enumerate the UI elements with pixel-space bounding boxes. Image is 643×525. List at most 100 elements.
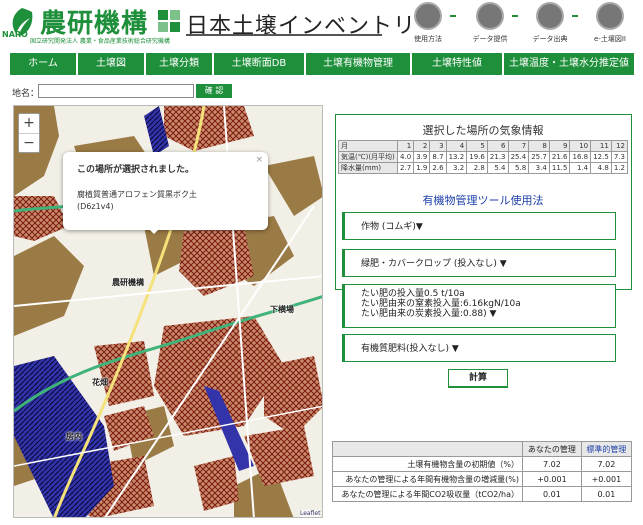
zoom-control: + − <box>18 113 40 153</box>
data-source-link[interactable]: データ出典 <box>530 2 570 44</box>
results-row: あなたの管理による年間有機物含量の増減量(%) +0.001 +0.001 <box>332 471 633 487</box>
results-row: 土壌有機物含量の初期値（%） 7.02 7.02 <box>332 456 633 472</box>
results-row-yours: 0.01 <box>522 486 582 502</box>
popup-tip <box>146 226 162 234</box>
nav-soil-map[interactable]: 土壌図 <box>78 53 144 75</box>
results-header-yours: あなたの管理 <box>522 441 582 457</box>
temp-row-header: 気温(℃)(月平均) <box>338 151 398 163</box>
weather-title: 選択した場所の気象情報 <box>422 124 544 137</box>
temp-cell: 25.7 <box>528 151 550 163</box>
precip-cell: 1.9 <box>413 162 431 174</box>
temp-cell: 12.5 <box>590 151 612 163</box>
compost-nitrogen: たい肥由来の窒素投入量:6.16kgN/10a <box>361 299 521 309</box>
results-row-yours: 7.02 <box>522 456 582 472</box>
precip-cell: 3.4 <box>528 162 550 174</box>
nav-soil-classification[interactable]: 土壌分類 <box>146 53 212 75</box>
header-icon-bar: 使用方法 データ提供 データ出典 e-土壌図II <box>408 2 640 46</box>
month-header: 月 <box>338 140 398 152</box>
map-label-hanabata: 花畑 <box>92 378 108 387</box>
usage-link[interactable]: 使用方法 <box>408 2 448 44</box>
temp-cell: 8.7 <box>429 151 447 163</box>
compost-amount: たい肥の投入量0.5 t/10a <box>361 289 465 299</box>
month-cell: 2 <box>413 140 431 152</box>
precip-cell: 5.4 <box>486 162 509 174</box>
nav-organic-matter[interactable]: 土壌有機物管理 <box>306 53 410 75</box>
place-confirm-button[interactable]: 確 認 <box>196 84 232 98</box>
popup-close-button[interactable]: × <box>255 155 263 165</box>
place-search-input[interactable] <box>38 84 194 98</box>
month-cell: 10 <box>569 140 592 152</box>
map-label-shimoyoko: 下横場 <box>270 305 294 314</box>
map-label-naro: 農研機構 <box>112 278 144 287</box>
org-name[interactable]: 農研機構 <box>40 3 148 40</box>
temp-cell: 21.6 <box>548 151 571 163</box>
calculate-button[interactable]: 計算 <box>448 369 508 388</box>
organic-tool-title: 有機物管理ツール使用法 <box>422 194 544 207</box>
precip-cell: 4.8 <box>590 162 612 174</box>
nav-soil-temp-moisture[interactable]: 土壌温度・土壌水分推定値 <box>504 53 634 75</box>
crop-select[interactable]: 作物 (コムギ)▼ <box>342 212 616 240</box>
results-header-standard: 標準的管理 <box>580 441 633 457</box>
month-cell: 8 <box>528 140 550 152</box>
data-provision-link[interactable]: データ提供 <box>470 2 510 44</box>
weather-month-row: 月 1 2 3 4 5 6 7 8 9 10 11 12 <box>338 140 629 152</box>
leaflet-attribution[interactable]: Leaflet <box>300 510 321 517</box>
month-cell: 1 <box>396 140 415 152</box>
e-soil-map-link[interactable]: e-土壌図II <box>590 2 630 44</box>
month-cell: 3 <box>429 140 447 152</box>
nav-soil-properties[interactable]: 土壌特性値 <box>412 53 502 75</box>
temp-cell: 13.2 <box>445 151 468 163</box>
precip-cell: 3.2 <box>445 162 468 174</box>
results-row: あなたの管理による年間CO2吸収量（tCO2/ha） 0.01 0.01 <box>332 486 633 502</box>
results-row-label: あなたの管理による年間有機物含量の増減量(%) <box>332 471 523 487</box>
results-row-label: あなたの管理による年間CO2吸収量（tCO2/ha） <box>332 486 523 502</box>
title-decoration <box>170 22 180 32</box>
data-source-label: データ出典 <box>532 35 568 43</box>
month-cell: 7 <box>507 140 530 152</box>
results-row-label: 土壌有機物含量の初期値（%） <box>332 456 523 472</box>
org-subtitle: 国立研究開発法人 農業・食品産業技術総合研究機構 <box>30 38 170 45</box>
month-cell: 5 <box>466 140 488 152</box>
nav-soil-profile-db[interactable]: 土壌断面DB <box>214 53 304 75</box>
green-manure-select[interactable]: 緑肥・カバークロップ (投入なし) ▼ <box>342 249 616 277</box>
title-decoration <box>158 22 168 32</box>
page: 農研機構 NARO 国立研究開発法人 農業・食品産業技術総合研究機構 日本土壌イ… <box>0 0 643 525</box>
month-cell: 6 <box>486 140 509 152</box>
place-label: 地名： <box>12 89 40 99</box>
weather-precip-row: 降水量(mm) 2.7 1.9 2.6 3.2 2.8 5.4 5.8 3.4 … <box>338 162 629 174</box>
download-icon <box>476 2 504 30</box>
temp-cell: 4.0 <box>396 151 415 163</box>
month-cell: 4 <box>445 140 468 152</box>
precip-cell: 1.2 <box>610 162 629 174</box>
precip-cell: 1.4 <box>569 162 592 174</box>
temp-cell: 19.6 <box>466 151 488 163</box>
precip-cell: 2.8 <box>466 162 488 174</box>
naro-label: NARO <box>2 30 28 39</box>
month-cell: 9 <box>548 140 571 152</box>
results-header-empty <box>332 441 523 457</box>
separator-dash <box>512 15 518 17</box>
organic-fertilizer-select[interactable]: 有機質肥料(投入なし) ▼ <box>342 334 616 362</box>
temp-cell: 7.3 <box>610 151 629 163</box>
nav-home[interactable]: ホーム <box>10 53 76 75</box>
results-table: あなたの管理 標準的管理 土壌有機物含量の初期値（%） 7.02 7.02 あな… <box>332 441 633 502</box>
zoom-out-button[interactable]: − <box>19 133 39 152</box>
title-decoration <box>158 10 168 20</box>
precip-cell: 11.5 <box>548 162 571 174</box>
soil-map-icon <box>596 2 624 30</box>
compost-select[interactable]: たい肥の投入量0.5 t/10a たい肥由来の窒素投入量:6.16kgN/10a… <box>342 284 616 328</box>
usage-label: 使用方法 <box>414 35 442 43</box>
temp-cell: 25.4 <box>507 151 530 163</box>
main-nav: ホーム 土壌図 土壌分類 土壌断面DB 土壌有機物管理 土壌特性値 土壌温度・土… <box>10 53 634 75</box>
map-label-fusauchi: 房内 <box>66 432 82 441</box>
site-header: 農研機構 NARO 国立研究開発法人 農業・食品産業技術総合研究機構 日本土壌イ… <box>0 0 643 48</box>
results-row-standard: +0.001 <box>580 471 633 487</box>
temp-cell: 21.3 <box>486 151 509 163</box>
title-underline <box>186 34 382 36</box>
title-decoration <box>170 10 180 20</box>
precip-cell: 2.6 <box>429 162 447 174</box>
month-cell: 11 <box>590 140 612 152</box>
zoom-in-button[interactable]: + <box>19 114 39 133</box>
precip-cell: 5.8 <box>507 162 530 174</box>
weather-table: 月 1 2 3 4 5 6 7 8 9 10 11 12 気温(℃)(月平均) … <box>338 140 629 174</box>
